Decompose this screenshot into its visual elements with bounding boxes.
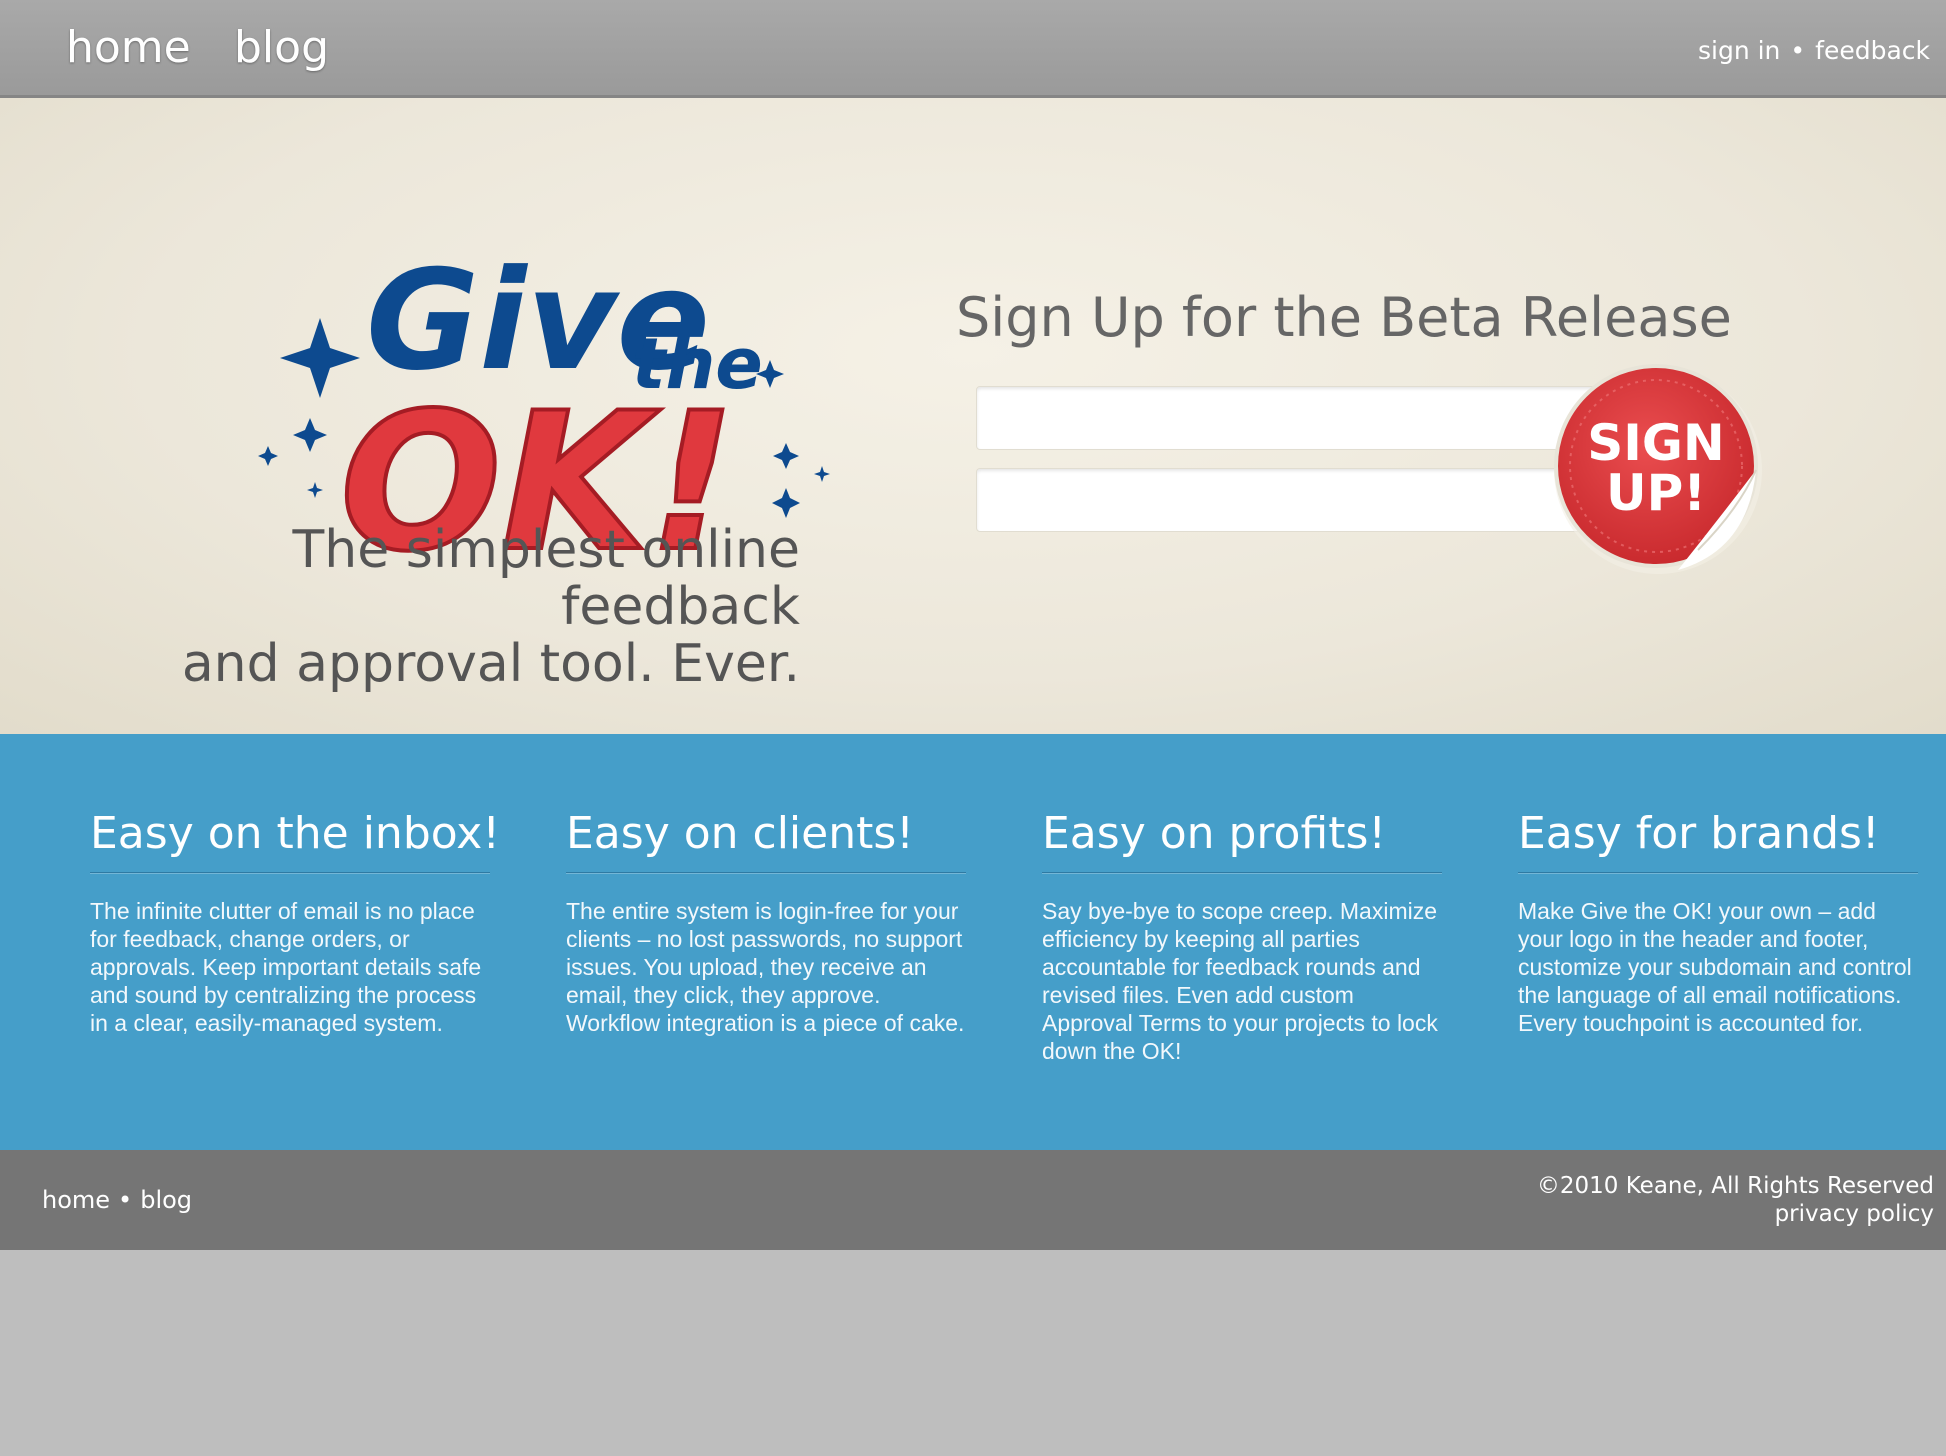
tagline: The simplest online feedback and approva… [40, 522, 800, 693]
footer-nav: home • blog [42, 1186, 192, 1214]
features-band: Easy on the inbox! The infinite clutter … [0, 734, 1946, 1150]
tagline-line-1: The simplest online feedback [292, 520, 800, 637]
top-nav-bar: home blog sign in • feedback [0, 0, 1946, 98]
footer: home • blog ©2010 Keane, All Rights Reserv… [0, 1150, 1946, 1250]
feature-inbox: Easy on the inbox! The infinite clutter … [90, 804, 500, 1037]
privacy-policy-link[interactable]: privacy policy [1775, 1201, 1934, 1227]
feature-clients: Easy on clients! The entire system is lo… [566, 804, 966, 1037]
nav-separator: • [1790, 36, 1806, 65]
footer-blog-link[interactable]: blog [140, 1186, 192, 1214]
feature-body: Make Give the OK! your own – add your lo… [1518, 898, 1912, 1036]
footer-separator: • [118, 1186, 133, 1214]
hero-section: Give the OK! The simplest online feedbac… [0, 98, 1946, 734]
account-links: sign in • feedback [1698, 36, 1930, 65]
feature-profits: Easy on profits! Say bye-bye to scope cr… [1042, 804, 1442, 1065]
signup-field-2[interactable] [976, 468, 1596, 532]
sign-up-button-line-2: UP! [1606, 464, 1706, 522]
tagline-line-2: and approval tool. Ever. [181, 634, 800, 694]
feature-brands: Easy for brands! Make Give the OK! your … [1518, 804, 1918, 1037]
footer-home-link[interactable]: home [42, 1186, 110, 1214]
feedback-link[interactable]: feedback [1815, 36, 1930, 65]
nav-blog-link[interactable]: blog [234, 22, 329, 73]
copyright-text: ©2010 Keane, All Rights Reserved [1536, 1173, 1934, 1199]
feature-title: Easy on the inbox! [90, 804, 500, 873]
sign-up-button[interactable]: SIGN UP! [1548, 360, 1768, 580]
feature-title: Easy on clients! [566, 804, 966, 873]
feature-title: Easy for brands! [1518, 804, 1918, 873]
sign-in-link[interactable]: sign in [1698, 36, 1780, 65]
feature-body: The infinite clutter of email is no plac… [90, 898, 482, 1036]
feature-title: Easy on profits! [1042, 804, 1442, 873]
feature-body: The entire system is login-free for your… [566, 898, 965, 1036]
feature-body: Say bye-bye to scope creep. Maximize eff… [1042, 898, 1438, 1064]
nav-home-link[interactable]: home [66, 22, 191, 73]
signup-title: Sign Up for the Beta Release [956, 286, 1732, 349]
signup-field-1[interactable] [976, 386, 1596, 450]
footer-legal: ©2010 Keane, All Rights Reserved privacy… [1537, 1172, 1934, 1228]
